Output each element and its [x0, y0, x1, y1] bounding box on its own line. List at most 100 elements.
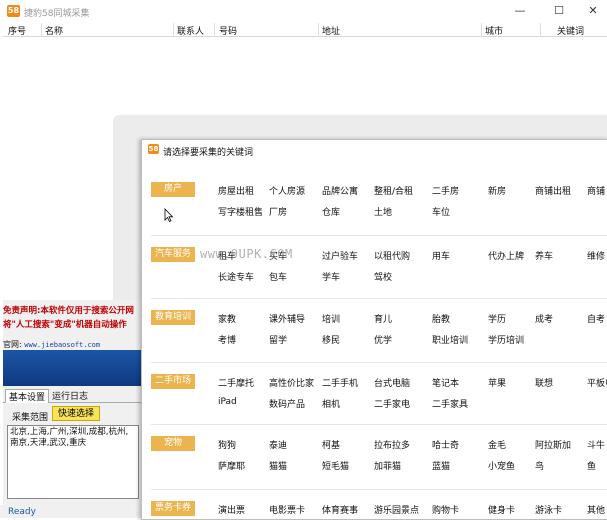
column-header-index[interactable]: 序号	[8, 24, 26, 37]
keyword-option[interactable]: 过户验车	[322, 249, 358, 262]
column-header-address[interactable]: 地址	[322, 24, 340, 37]
keyword-option[interactable]: 移民	[322, 333, 340, 346]
keyword-option[interactable]: 优学	[374, 333, 392, 346]
keyword-option[interactable]: 土地	[374, 205, 392, 218]
keyword-option[interactable]: 二手摩托	[218, 376, 254, 389]
tab-run-log[interactable]: 运行日志	[49, 389, 91, 402]
keyword-option[interactable]: 个人房源	[269, 184, 305, 197]
tab-basic-settings[interactable]: 基本设置	[5, 389, 50, 403]
keyword-option[interactable]: 课外辅导	[269, 312, 305, 325]
keyword-option[interactable]: 二手房	[432, 184, 459, 197]
keyword-option[interactable]: 仓库	[322, 205, 340, 218]
minimize-button[interactable]: —	[507, 3, 533, 19]
results-table-header: 序号 名称 联系人 号码 地址 城市 关键词	[3, 23, 607, 37]
keyword-option[interactable]: 萨摩耶	[218, 459, 245, 472]
category-label[interactable]: 二手市场	[151, 374, 195, 389]
keyword-option[interactable]: 金毛	[488, 438, 506, 451]
keyword-option[interactable]: 电影票卡	[269, 503, 305, 516]
city-list-textarea[interactable]: 北京,上海,广州,深圳,成都,杭州,南京,天津,武汉,重庆	[7, 425, 139, 499]
category-label[interactable]: 汽车服务	[151, 247, 195, 262]
keyword-option[interactable]: 哈士奇	[432, 438, 459, 451]
keyword-option[interactable]: 猫猫	[269, 459, 287, 472]
keyword-option[interactable]: 二手家电	[374, 397, 410, 410]
column-header-phone[interactable]: 号码	[219, 24, 237, 37]
keyword-option[interactable]: 短毛猫	[322, 459, 349, 472]
category-label[interactable]: 宠物	[151, 436, 195, 451]
keyword-option[interactable]: 鸟	[535, 459, 544, 472]
keyword-option[interactable]: 鱼	[587, 459, 596, 472]
category-label[interactable]: 票务卡券	[151, 501, 195, 516]
keyword-option[interactable]: 留学	[269, 333, 287, 346]
keyword-option[interactable]: 泰迪	[269, 438, 287, 451]
keyword-option[interactable]: 购物卡	[432, 503, 459, 516]
keyword-option[interactable]: iPad	[218, 397, 237, 407]
keyword-option[interactable]: 笔记本	[432, 376, 459, 389]
keyword-option[interactable]: 学车	[322, 270, 340, 283]
keyword-option[interactable]: 健身卡	[488, 503, 515, 516]
maximize-button[interactable]: ☐	[546, 3, 572, 19]
category-label[interactable]: 教育培训	[151, 310, 195, 325]
keyword-option[interactable]: 家教	[218, 312, 236, 325]
keyword-option[interactable]: 维修	[587, 249, 605, 262]
close-button[interactable]: ✕	[580, 3, 606, 19]
keyword-option[interactable]: 蓝猫	[432, 459, 450, 472]
keyword-option[interactable]: 品牌公寓	[322, 184, 358, 197]
quick-select-button[interactable]: 快速选择	[52, 406, 100, 421]
keyword-option[interactable]: 拉布拉多	[374, 438, 410, 451]
keyword-option[interactable]: 平板电	[587, 376, 607, 389]
keyword-option[interactable]: 加菲猫	[374, 459, 401, 472]
status-text: Ready	[8, 507, 36, 517]
keyword-option[interactable]: 游乐园景点	[374, 503, 419, 516]
keyword-option[interactable]: 整租/合租	[374, 184, 413, 197]
keyword-option[interactable]: 车位	[432, 205, 450, 218]
keyword-option[interactable]: 狗狗	[218, 438, 236, 451]
keyword-option[interactable]: 二手手机	[322, 376, 358, 389]
keyword-option[interactable]: 以租代购	[374, 249, 410, 262]
keyword-option[interactable]: 高性价比家	[269, 376, 314, 389]
keyword-option[interactable]: 数码产品	[269, 397, 305, 410]
keyword-option[interactable]: 厂房	[269, 205, 287, 218]
website-link[interactable]: www.jiebaosoft.com	[24, 341, 100, 349]
keyword-option[interactable]: 养车	[535, 249, 553, 262]
keyword-option[interactable]: 体育赛事	[322, 503, 358, 516]
keyword-option[interactable]: 商铺出租	[535, 184, 571, 197]
keyword-option[interactable]: 成考	[535, 312, 553, 325]
keyword-option[interactable]: 长途专车	[218, 270, 254, 283]
keyword-option[interactable]: 自考	[587, 312, 605, 325]
disclaimer-text: 免责声明:本软件仅用于搜索公开网 将"人工搜索"变成"机器自动操作	[3, 304, 141, 332]
keyword-option[interactable]: 小宠鱼	[488, 459, 515, 472]
column-header-city[interactable]: 城市	[485, 24, 503, 37]
keyword-option[interactable]: 游泳卡	[535, 503, 562, 516]
keyword-option[interactable]: 学历	[488, 312, 506, 325]
keyword-option[interactable]: 柯基	[322, 438, 340, 451]
keyword-option[interactable]: 包车	[269, 270, 287, 283]
keyword-option[interactable]: 商铺	[587, 184, 605, 197]
keyword-option[interactable]: 写字楼租售	[218, 205, 263, 218]
column-header-keyword[interactable]: 关键词	[557, 24, 584, 37]
keyword-option[interactable]: 苹果	[488, 376, 506, 389]
keyword-option[interactable]: 二手家具	[432, 397, 468, 410]
keyword-option[interactable]: 职业培训	[432, 333, 468, 346]
keyword-option[interactable]: 学历培训	[488, 333, 524, 346]
keyword-option[interactable]: 胎教	[432, 312, 450, 325]
keyword-option[interactable]: 演出票	[218, 503, 245, 516]
keyword-option[interactable]: 台式电脑	[374, 376, 410, 389]
ad-banner[interactable]	[3, 350, 141, 386]
keyword-option[interactable]: 育儿	[374, 312, 392, 325]
keyword-option[interactable]: 培训	[322, 312, 340, 325]
category-label[interactable]: 房产	[151, 182, 195, 197]
keyword-option[interactable]: 斗牛	[587, 438, 605, 451]
keyword-option[interactable]: 考博	[218, 333, 236, 346]
keyword-option[interactable]: 用车	[432, 249, 450, 262]
keyword-option[interactable]: 代办上牌	[488, 249, 524, 262]
keyword-option[interactable]: 驾校	[374, 270, 392, 283]
keyword-option[interactable]: 新房	[488, 184, 506, 197]
keyword-option[interactable]: 房屋出租	[218, 184, 254, 197]
dialog-title: 请选择要采集的关键词	[163, 148, 254, 158]
column-header-contact[interactable]: 联系人	[177, 24, 204, 37]
keyword-option[interactable]: 其他	[587, 503, 605, 516]
keyword-option[interactable]: 相机	[322, 397, 340, 410]
keyword-option[interactable]: 联想	[535, 376, 553, 389]
column-header-name[interactable]: 名称	[45, 24, 63, 37]
keyword-option[interactable]: 阿拉斯加	[535, 438, 571, 451]
